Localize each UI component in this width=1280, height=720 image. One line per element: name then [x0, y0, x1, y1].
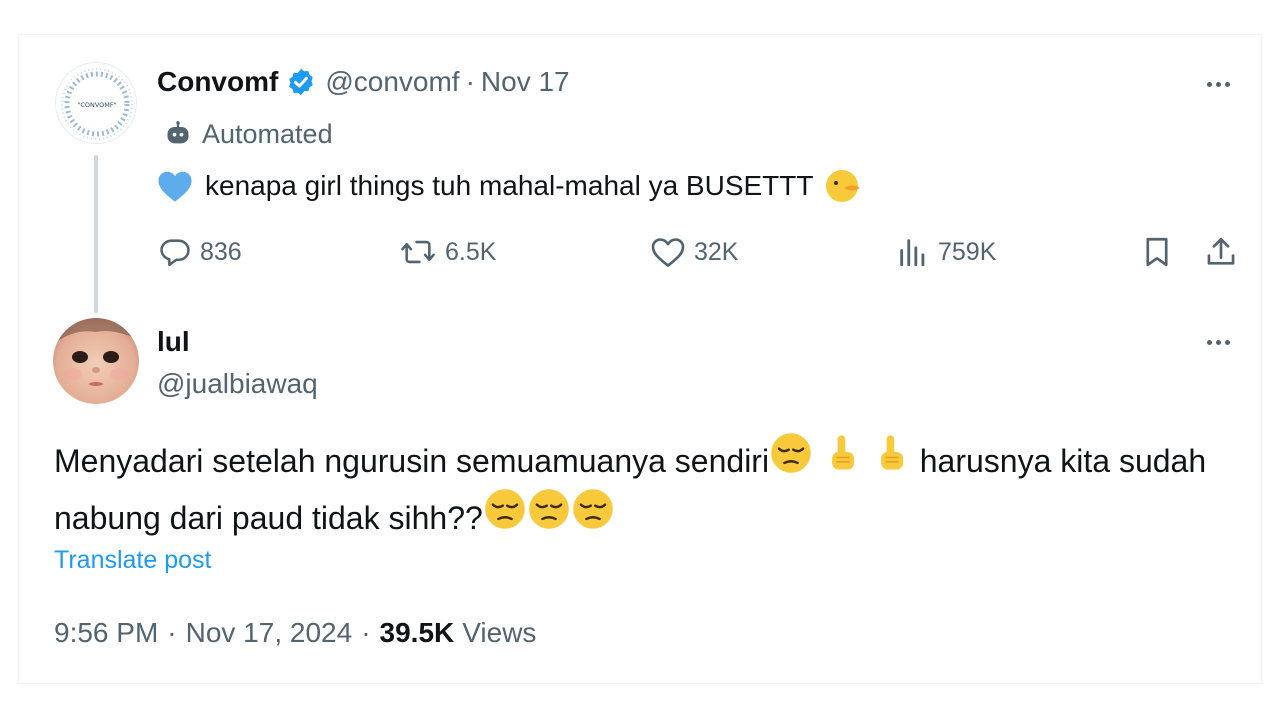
- reply-metadata: 9:56 PM · Nov 17, 2024 · 39.5K Views: [54, 612, 536, 654]
- like-action[interactable]: 32K: [650, 232, 738, 272]
- meta-separator: ·: [361, 617, 371, 648]
- reply-tweet-text: Menyadari setelah ngurusin semuamuanya s…: [54, 431, 1254, 547]
- bookmark-icon: [1146, 237, 1168, 267]
- share-action[interactable]: [1204, 232, 1246, 272]
- blue-heart-icon: [157, 169, 193, 203]
- reply-handle[interactable]: @jualbiawaq: [157, 364, 318, 404]
- heart-icon: [651, 238, 685, 267]
- repost-count: 6.5K: [445, 237, 497, 266]
- views-count-parent: 759K: [938, 237, 997, 266]
- jualbiawaq-avatar[interactable]: [53, 318, 139, 404]
- reply-display-name[interactable]: lul: [157, 322, 190, 362]
- parent-display-name[interactable]: Convomf: [157, 66, 278, 98]
- bookmark-action[interactable]: [1140, 232, 1182, 272]
- parent-tweet-body: kenapa girl things tuh mahal-mahal ya BU…: [205, 170, 814, 201]
- robot-icon: [167, 121, 189, 144]
- reply-text-part1: Menyadari setelah ngurusin semuamuanya s…: [54, 443, 770, 479]
- header-separator: ·: [465, 66, 475, 97]
- analytics-icon: [900, 239, 925, 267]
- verified-badge-icon: [286, 67, 316, 97]
- reply-more-options-icon[interactable]: [1207, 332, 1230, 352]
- pensive-face-emoji-icon: [527, 487, 571, 547]
- reply-views-count[interactable]: 39.5K: [380, 617, 455, 649]
- pensive-face-emoji-icon: [571, 487, 615, 547]
- views-action[interactable]: 759K: [896, 232, 996, 272]
- avatar-text: "CONVOMF": [77, 101, 116, 109]
- meta-separator: ·: [167, 617, 177, 648]
- pensive-face-emoji-icon: [769, 431, 813, 491]
- share-icon: [1207, 237, 1235, 265]
- automated-label: Automated: [164, 114, 333, 154]
- post-date[interactable]: Nov 17, 2024: [186, 617, 353, 649]
- index-pointing-up-emoji-icon: [871, 431, 911, 491]
- reply-action[interactable]: 836: [158, 232, 242, 272]
- automated-text: Automated: [202, 118, 333, 149]
- reply-count: 836: [200, 237, 242, 266]
- parent-more-options-icon[interactable]: [1207, 74, 1230, 94]
- parent-handle[interactable]: @convomf: [325, 66, 459, 98]
- translate-post-link[interactable]: Translate post: [54, 542, 211, 578]
- post-time[interactable]: 9:56 PM: [54, 617, 158, 649]
- parent-tweet-header: Convomf @convomf · Nov 17: [157, 62, 570, 102]
- parent-date[interactable]: Nov 17: [481, 66, 570, 98]
- like-count: 32K: [694, 237, 739, 266]
- parent-tweet-text: kenapa girl things tuh mahal-mahal ya BU…: [157, 164, 862, 208]
- pensive-face-emoji-icon: [483, 487, 527, 547]
- convomf-avatar[interactable]: "CONVOMF": [55, 62, 137, 144]
- reply-views-label: Views: [462, 617, 537, 648]
- index-pointing-up-emoji-icon: [822, 431, 862, 491]
- duck-face-emoji-icon: [824, 168, 862, 204]
- thread-line: [94, 155, 98, 313]
- repost-action[interactable]: 6.5K: [399, 232, 496, 272]
- repost-icon: [401, 240, 435, 264]
- reply-icon: [160, 239, 190, 267]
